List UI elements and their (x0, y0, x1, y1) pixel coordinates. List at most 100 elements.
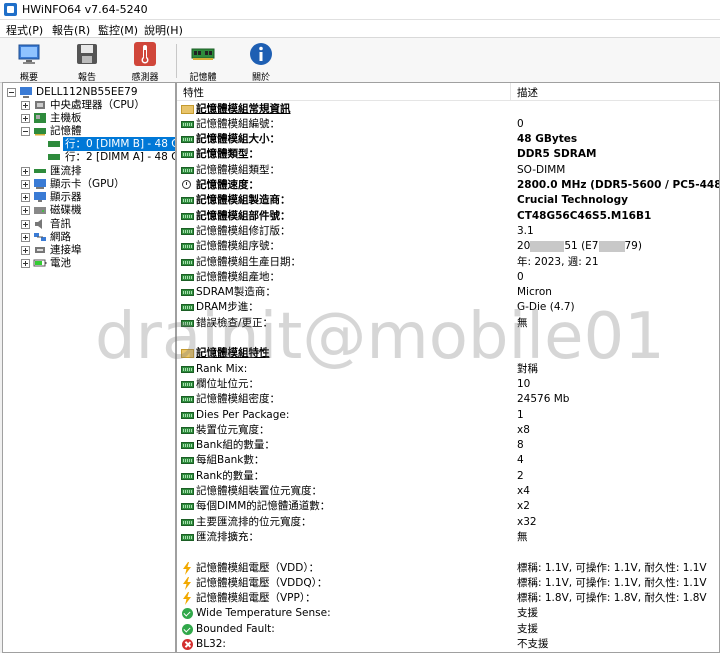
item-value: 標稱: 1.8V, 可操作: 1.8V, 耐久性: 1.8V (517, 592, 707, 605)
collapse-icon[interactable] (7, 88, 16, 97)
list-item[interactable]: Bank組的數量： 8 (177, 438, 719, 453)
item-value: x2 (517, 500, 530, 513)
menu-help[interactable]: 說明(H) (144, 22, 183, 38)
serial-part: 79) (624, 240, 642, 253)
list-item[interactable]: 記憶體速度： 2800.0 MHz (DDR5-5600 / PC5-44800… (177, 178, 719, 193)
feature-column-header[interactable]: 特性 (183, 85, 204, 100)
list-item[interactable]: 記憶體模組電壓（VDD）： 標稱: 1.1V, 可操作: 1.1V, 耐久性: … (177, 561, 719, 576)
list-item[interactable]: 欄位址位元： 10 (177, 377, 719, 392)
list-item[interactable]: 錯誤檢查/更正： 無 (177, 316, 719, 331)
list-item[interactable]: 記憶體類型： DDR5 SDRAM (177, 147, 719, 162)
memory-icon (181, 227, 194, 235)
item-value: 支援 (517, 622, 538, 635)
memory-icon (181, 166, 194, 174)
list-item[interactable]: 記憶體模組裝置位元寬度： x4 (177, 484, 719, 499)
serial-part: 20 (517, 240, 531, 253)
list-item[interactable]: 記憶體模組電壓（VPP）： 標稱: 1.8V, 可操作: 1.8V, 耐久性: … (177, 591, 719, 606)
battery-icon (33, 259, 47, 267)
memory-module-icon (191, 48, 215, 60)
list-item[interactable]: BL32: 不支援 (177, 637, 719, 652)
menu-monitor[interactable]: 監控(M) (98, 22, 138, 38)
list-item[interactable]: Wide Temperature Sense: 支援 (177, 606, 719, 621)
expand-icon[interactable] (21, 167, 30, 176)
check-icon (182, 623, 193, 635)
memory-button[interactable]: 記憶體 (178, 40, 228, 83)
memory-icon (181, 518, 194, 526)
list-item[interactable]: 匯流排擴充： 無 (177, 530, 719, 545)
list-item[interactable]: 記憶體模組部件號： CT48G56C46S5.M16B1 (177, 209, 719, 224)
menu-program[interactable]: 程式(P) (6, 22, 43, 38)
item-label: Bounded Fault: (196, 622, 275, 635)
list-item[interactable]: Bounded Fault: 支援 (177, 622, 719, 637)
report-button[interactable]: 報告 (62, 40, 112, 83)
item-label: 記憶體模組編號： (196, 117, 280, 130)
menu-bar: 程式(P) 報告(R) 監控(M) 說明(H) (0, 20, 720, 38)
column-divider[interactable] (510, 83, 511, 100)
item-value: 3.1 (517, 224, 534, 237)
item-value: Micron (517, 286, 552, 299)
tree-item-battery-label: 電池 (50, 257, 71, 269)
about-button[interactable]: 關於 (236, 40, 286, 83)
app-icon (4, 3, 17, 16)
section-general[interactable]: 記憶體模組常規資訊 (177, 102, 719, 117)
lightning-icon (183, 592, 191, 606)
memory-icon (181, 411, 194, 419)
expand-icon[interactable] (21, 101, 30, 110)
expand-icon[interactable] (21, 114, 30, 123)
list-item[interactable]: 記憶體模組電壓（VDDQ）： 標稱: 1.1V, 可操作: 1.1V, 耐久性:… (177, 576, 719, 591)
list-item[interactable]: 記憶體模組產地： 0 (177, 270, 719, 285)
memory-icon (181, 197, 194, 205)
item-label: 記憶體模組電壓（VDDQ）： (196, 576, 328, 589)
section-features[interactable]: 記憶體模組特性 (177, 346, 719, 361)
item-label: 記憶體模組電壓（VDD）： (196, 561, 320, 574)
item-value: 支援 (517, 607, 538, 620)
expand-icon[interactable] (21, 180, 30, 189)
display-icon (34, 192, 46, 202)
list-item[interactable]: Rank的數量： 2 (177, 469, 719, 484)
expand-icon[interactable] (21, 259, 30, 268)
memory-icon (181, 472, 194, 480)
list-item[interactable]: SDRAM製造商： Micron (177, 285, 719, 300)
memory-icon (181, 136, 194, 144)
expand-icon[interactable] (21, 220, 30, 229)
list-item[interactable]: 記憶體模組生產日期： 年: 2023, 週: 21 (177, 255, 719, 270)
menu-report[interactable]: 報告(R) (52, 22, 90, 38)
list-item[interactable]: 裝置位元寬度： x8 (177, 423, 719, 438)
window-title: HWiNFO64 v7.64-5240 (22, 3, 148, 16)
item-value: x32 (517, 515, 537, 528)
list-item[interactable]: Rank Mix: 對稱 (177, 362, 719, 377)
tree-item-audio-label: 音訊 (50, 218, 71, 230)
collapse-icon[interactable] (21, 127, 30, 136)
overview-button[interactable]: 概要 (4, 40, 54, 83)
list-item[interactable]: 記憶體模組修訂版： 3.1 (177, 224, 719, 239)
memory-icon (181, 380, 194, 388)
save-icon (77, 44, 97, 64)
expand-icon[interactable] (21, 233, 30, 242)
list-item[interactable]: 記憶體模組序號： 20 51 (E7 79) (177, 239, 719, 254)
memory-icon (181, 304, 194, 312)
expand-icon[interactable] (21, 206, 30, 215)
list-item[interactable]: 記憶體模組編號： 0 (177, 117, 719, 132)
memory-icon (181, 457, 194, 465)
list-item[interactable]: 主要匯流排的位元寬度： x32 (177, 515, 719, 530)
sensors-button[interactable]: 感測器 (120, 40, 170, 83)
item-label: DRAM步進： (196, 301, 259, 314)
item-value: 年: 2023, 週: 21 (517, 255, 599, 268)
computer-icon (20, 87, 32, 98)
expand-icon[interactable] (21, 193, 30, 202)
folder-icon (181, 104, 194, 114)
description-column-header[interactable]: 描述 (517, 85, 538, 100)
list-item[interactable]: 每組Bank數： 4 (177, 453, 719, 468)
list-item[interactable]: Dies Per Package: 1 (177, 408, 719, 423)
list-item[interactable]: 記憶體模組類型： SO-DIMM (177, 163, 719, 178)
item-label: 記憶體類型： (196, 148, 259, 161)
memory-icon (181, 533, 194, 541)
list-item[interactable]: 記憶體模組大小： 48 GBytes (177, 132, 719, 147)
expand-icon[interactable] (21, 246, 30, 255)
list-item[interactable]: 記憶體模組密度： 24576 Mb (177, 392, 719, 407)
list-item[interactable]: DRAM步進： G-Die (4.7) (177, 300, 719, 315)
list-item[interactable]: 每個DIMM的記憶體通道數： x2 (177, 499, 719, 514)
item-label: Rank Mix: (196, 362, 248, 375)
list-item[interactable]: 記憶體模組製造商： Crucial Technology (177, 193, 719, 208)
item-label: BL32: (196, 638, 226, 650)
